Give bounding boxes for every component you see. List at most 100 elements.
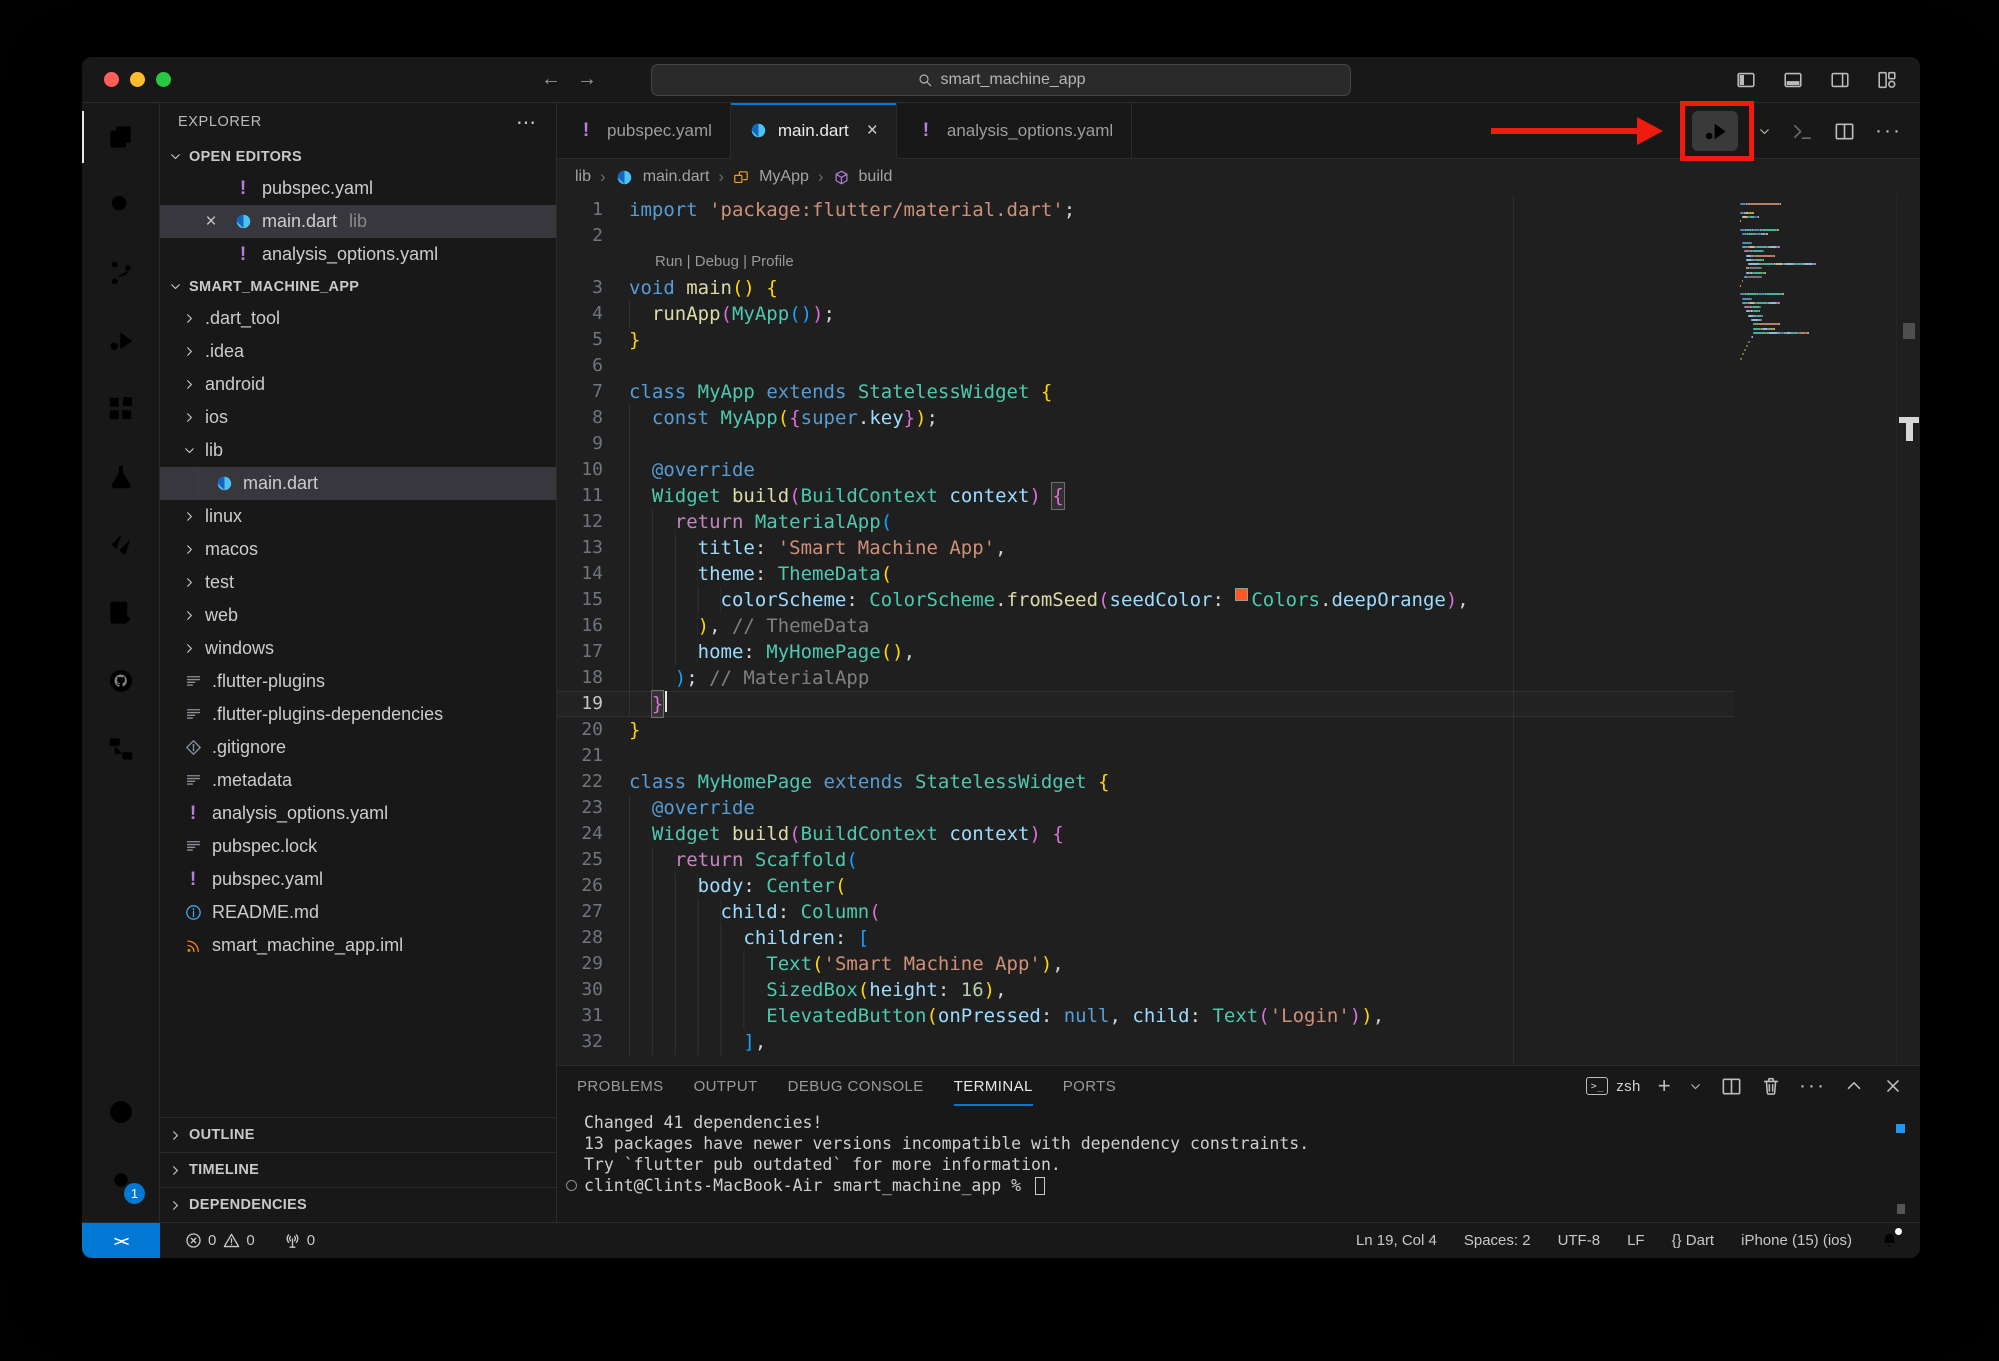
remote-indicator[interactable]: >< (82, 1223, 160, 1258)
code-line-9[interactable]: 9 (557, 431, 1734, 457)
split-editor-icon[interactable] (1833, 120, 1856, 143)
tree-folder-.dart_tool[interactable]: .dart_tool (160, 302, 556, 335)
activity-files-icon[interactable] (82, 103, 159, 171)
tab-main.dart[interactable]: main.dart× (731, 103, 897, 159)
activity-github-icon[interactable] (82, 647, 159, 715)
activity-run-debug-icon[interactable] (82, 307, 159, 375)
tree-file-README.md[interactable]: README.md (160, 896, 556, 929)
activity-project-gear-icon[interactable] (82, 579, 159, 647)
breadcrumb-item[interactable]: lib (575, 168, 591, 186)
code-line-6[interactable]: 6 (557, 353, 1734, 379)
breadcrumb[interactable]: lib›main.dart›MyApp›build (557, 159, 1920, 195)
history-forward-icon[interactable]: → (577, 68, 597, 91)
close-editor-icon[interactable]: × (198, 211, 224, 233)
terminal-scrollbar-thumb[interactable] (1897, 1204, 1905, 1214)
run-or-debug-button[interactable] (1692, 111, 1738, 151)
activity-settings-icon[interactable]: 1 (82, 1146, 159, 1214)
code-line-3[interactable]: 3void main() { (557, 275, 1734, 301)
code-line-21[interactable]: 21 (557, 743, 1734, 769)
status-tower-count[interactable]: 0 (283, 1231, 315, 1250)
panel-tab-debug-console[interactable]: DEBUG CONSOLE (788, 1078, 924, 1095)
open-editor-item[interactable]: !analysis_options.yaml (160, 238, 556, 271)
code-line-18[interactable]: 18 ); // MaterialApp (557, 665, 1734, 691)
breadcrumb-item[interactable]: MyApp (759, 168, 809, 186)
traffic-lights[interactable] (82, 72, 171, 87)
status-error-count[interactable]: 0 (184, 1231, 216, 1250)
code-line-17[interactable]: 17 home: MyHomePage(), (557, 639, 1734, 665)
code-line-30[interactable]: 30 SizedBox(height: 16), (557, 977, 1734, 1003)
tree-file-analysis_options.yaml[interactable]: !analysis_options.yaml (160, 797, 556, 830)
code-line-14[interactable]: 14 theme: ThemeData( (557, 561, 1734, 587)
code-line-4[interactable]: 4 runApp(MyApp()); (557, 301, 1734, 327)
status-warning-count[interactable]: 0 (222, 1231, 254, 1250)
layout-customize-icon[interactable] (1876, 69, 1898, 91)
tree-file-main.dart[interactable]: main.dart (160, 467, 556, 500)
new-terminal-icon[interactable]: + (1658, 1073, 1671, 1099)
activity-extensions-icon[interactable] (82, 375, 159, 443)
history-back-icon[interactable]: ← (541, 68, 561, 91)
open-editors-section-header[interactable]: OPEN EDITORS (160, 141, 556, 172)
command-center-search[interactable]: smart_machine_app (651, 64, 1351, 96)
status-item[interactable]: UTF-8 (1558, 1232, 1601, 1249)
split-terminal-icon[interactable] (1720, 1075, 1743, 1098)
run-in-terminal-icon[interactable] (1791, 120, 1814, 143)
tree-folder-web[interactable]: web (160, 599, 556, 632)
activity-flutter-icon[interactable] (82, 511, 159, 579)
panel-tab-terminal[interactable]: TERMINAL (954, 1066, 1033, 1106)
code-line-24[interactable]: 24 Widget build(BuildContext context) { (557, 821, 1734, 847)
section-dependencies[interactable]: DEPENDENCIES (160, 1187, 556, 1222)
panel-more-actions-icon[interactable]: ··· (1799, 1074, 1826, 1098)
zoom-window-button[interactable] (156, 72, 171, 87)
code-line-20[interactable]: 20} (557, 717, 1734, 743)
activity-account-icon[interactable] (82, 1078, 159, 1146)
tree-file-smart_machine_app.iml[interactable]: smart_machine_app.iml (160, 929, 556, 962)
code-line-22[interactable]: 22class MyHomePage extends StatelessWidg… (557, 769, 1734, 795)
activity-search-icon[interactable] (82, 171, 159, 239)
code-line-31[interactable]: 31 ElevatedButton(onPressed: null, child… (557, 1003, 1734, 1029)
close-tab-icon[interactable]: × (867, 120, 878, 142)
layout-sidebar-right-icon[interactable] (1829, 69, 1851, 91)
layout-panel-icon[interactable] (1782, 69, 1804, 91)
tree-file-.metadata[interactable]: .metadata (160, 764, 556, 797)
tree-file-pubspec.lock[interactable]: pubspec.lock (160, 830, 556, 863)
overview-ruler[interactable] (1896, 195, 1920, 1065)
tree-folder-ios[interactable]: ios (160, 401, 556, 434)
project-section-header[interactable]: SMART_MACHINE_APP (160, 271, 556, 302)
kill-terminal-icon[interactable] (1760, 1075, 1782, 1097)
activity-references-icon[interactable] (82, 715, 159, 783)
code-line-15[interactable]: 15 colorScheme: ColorScheme.fromSeed(see… (557, 587, 1734, 613)
status-item[interactable]: LF (1627, 1232, 1645, 1249)
tree-folder-windows[interactable]: windows (160, 632, 556, 665)
activity-testing-icon[interactable] (82, 443, 159, 511)
open-editor-item[interactable]: !pubspec.yaml (160, 172, 556, 205)
status-item[interactable]: Spaces: 2 (1464, 1232, 1531, 1249)
tab-pubspec.yaml[interactable]: !pubspec.yaml (557, 103, 731, 158)
breadcrumb-item[interactable]: main.dart (643, 168, 710, 186)
breadcrumb-item[interactable]: build (859, 168, 893, 186)
tree-file-pubspec.yaml[interactable]: !pubspec.yaml (160, 863, 556, 896)
tree-folder-lib[interactable]: lib (160, 434, 556, 467)
tree-folder-macos[interactable]: macos (160, 533, 556, 566)
activity-source-control-icon[interactable] (82, 239, 159, 307)
panel-tab-ports[interactable]: PORTS (1063, 1078, 1116, 1095)
code-line-25[interactable]: 25 return Scaffold( (557, 847, 1734, 873)
code-line-13[interactable]: 13 title: 'Smart Machine App', (557, 535, 1734, 561)
notifications-bell-icon[interactable] (1879, 1230, 1900, 1251)
editor-more-actions-icon[interactable]: ··· (1875, 119, 1902, 143)
code-line-1[interactable]: 1import 'package:flutter/material.dart'; (557, 197, 1734, 223)
code-line-7[interactable]: 7class MyApp extends StatelessWidget { (557, 379, 1734, 405)
code-line-27[interactable]: 27 child: Column( (557, 899, 1734, 925)
minimize-window-button[interactable] (130, 72, 145, 87)
close-panel-icon[interactable] (1882, 1075, 1904, 1097)
code-line-32[interactable]: 32 ], (557, 1029, 1734, 1055)
codelens-run-debug-profile[interactable]: Run | Debug | Profile (557, 249, 1734, 275)
terminal-output[interactable]: Changed 41 dependencies!13 packages have… (557, 1106, 1920, 1222)
panel-tab-output[interactable]: OUTPUT (694, 1078, 758, 1095)
tree-file-.gitignore[interactable]: .gitignore (160, 731, 556, 764)
code-line-5[interactable]: 5} (557, 327, 1734, 353)
status-item[interactable]: Ln 19, Col 4 (1356, 1232, 1437, 1249)
tree-file-.flutter-plugins[interactable]: .flutter-plugins (160, 665, 556, 698)
panel-tab-problems[interactable]: PROBLEMS (577, 1078, 664, 1095)
code-line-16[interactable]: 16 ), // ThemeData (557, 613, 1734, 639)
tree-folder-linux[interactable]: linux (160, 500, 556, 533)
